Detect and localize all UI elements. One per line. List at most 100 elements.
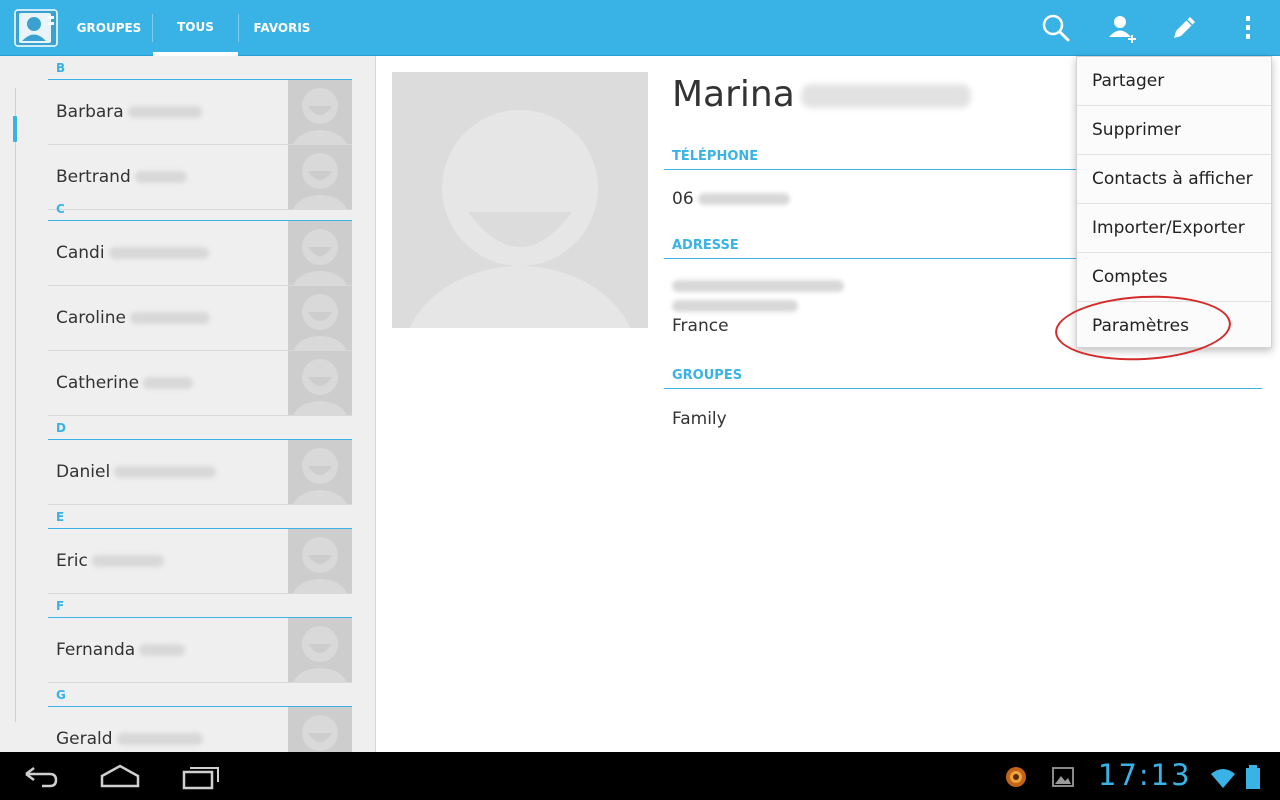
redacted-last-name xyxy=(129,312,210,324)
section-letter: C xyxy=(56,202,65,216)
clock[interactable]: 17:13 xyxy=(1098,758,1192,792)
edit-icon[interactable] xyxy=(1166,10,1202,46)
tab-label: TOUS xyxy=(177,20,214,34)
contact-name: Daniel xyxy=(56,440,217,504)
tab-groupes[interactable]: GROUPES xyxy=(66,0,152,56)
contact-name: Fernanda xyxy=(56,618,186,682)
menu-item-label: Partager xyxy=(1092,71,1165,91)
section-title: GROUPES xyxy=(672,368,743,383)
gallery-icon[interactable] xyxy=(1050,764,1076,790)
menu-item-label: Comptes xyxy=(1092,267,1168,287)
contact-avatar-icon xyxy=(288,529,352,593)
redacted-last-name xyxy=(116,733,203,745)
contact-name: Caroline xyxy=(56,286,210,350)
contact-full-name: Marina xyxy=(672,74,971,115)
contact-first-name: Daniel xyxy=(56,462,111,482)
back-icon[interactable] xyxy=(16,760,64,792)
section-header-b: B xyxy=(48,56,352,80)
menu-item-label: Supprimer xyxy=(1092,120,1181,140)
contact-avatar-icon xyxy=(288,221,352,285)
home-icon[interactable] xyxy=(96,760,144,792)
menu-item-contacts-a-afficher[interactable]: Contacts à afficher xyxy=(1077,155,1271,204)
contact-row[interactable]: Gerald xyxy=(48,707,352,752)
address-country: France xyxy=(672,316,729,336)
search-icon[interactable] xyxy=(1038,10,1074,46)
redacted-phone xyxy=(697,193,790,205)
battery-icon xyxy=(1246,765,1260,789)
contact-avatar-icon xyxy=(288,707,352,752)
contact-row[interactable]: Daniel xyxy=(48,440,352,505)
redacted-last-name xyxy=(139,644,186,656)
overflow-menu-icon[interactable] xyxy=(1230,10,1266,46)
fast-scroll-track[interactable] xyxy=(15,88,16,722)
contact-first-name: Gerald xyxy=(56,729,113,749)
wifi-icon xyxy=(1211,769,1235,788)
redacted-last-name xyxy=(143,377,194,389)
contact-first-name: Bertrand xyxy=(56,167,131,187)
contact-name: Gerald xyxy=(56,707,203,752)
redacted-last-name xyxy=(108,247,209,259)
phone-number[interactable]: 06 xyxy=(672,189,790,209)
contact-first-name: Eric xyxy=(56,551,88,571)
redacted-last-name xyxy=(800,84,971,108)
contact-avatar-icon xyxy=(288,440,352,504)
section-header-g: G xyxy=(48,683,352,707)
menu-item-partager[interactable]: Partager xyxy=(1077,57,1271,106)
contact-row[interactable]: Fernanda xyxy=(48,618,352,683)
contact-row[interactable]: Caroline xyxy=(48,286,352,351)
redacted-last-name xyxy=(134,171,187,183)
contact-avatar-icon xyxy=(288,351,352,415)
contact-row[interactable]: Catherine xyxy=(48,351,352,416)
contact-name: Candi xyxy=(56,221,209,285)
contacts-app-icon[interactable] xyxy=(14,8,60,48)
contact-first-name: Caroline xyxy=(56,308,126,328)
menu-item-importer-exporter[interactable]: Importer/Exporter xyxy=(1077,204,1271,253)
contact-row[interactable]: Eric xyxy=(48,529,352,594)
redacted-last-name xyxy=(114,466,217,478)
section-letter: G xyxy=(56,688,66,702)
contact-list[interactable]: B Barbara Bertrand C Candi Caroline Cath… xyxy=(0,56,376,752)
contact-first-name: Barbara xyxy=(56,102,124,122)
section-header-d: D xyxy=(48,416,352,440)
address-value[interactable]: France xyxy=(672,280,844,336)
contact-avatar-icon xyxy=(288,618,352,682)
redacted-last-name xyxy=(91,555,164,567)
app-notification-icon[interactable] xyxy=(1003,764,1029,790)
fast-scroll-thumb[interactable] xyxy=(13,116,17,142)
section-title: TÉLÉPHONE xyxy=(672,149,759,164)
section-header-c: C xyxy=(48,197,352,221)
contact-first-name: Catherine xyxy=(56,373,140,393)
groups-section-header: GROUPES xyxy=(664,365,1262,389)
contact-first-name: Fernanda xyxy=(56,640,136,660)
section-title: ADRESSE xyxy=(672,238,739,253)
recent-apps-icon[interactable] xyxy=(176,760,224,792)
phone-prefix: 06 xyxy=(672,189,694,209)
contact-first-name: Marina xyxy=(672,74,795,115)
contact-name: Barbara xyxy=(56,80,202,144)
add-contact-icon[interactable] xyxy=(1104,10,1140,46)
contact-row[interactable]: Barbara xyxy=(48,80,352,145)
section-letter: E xyxy=(56,510,65,524)
section-letter: B xyxy=(56,61,66,75)
redacted-address-line xyxy=(672,280,844,292)
system-navigation-bar: 17:13 xyxy=(0,752,1280,800)
contact-avatar-icon xyxy=(288,80,352,144)
contact-photo-placeholder-icon[interactable] xyxy=(392,72,648,328)
action-bar: GROUPES TOUS FAVORIS xyxy=(0,0,1280,56)
contact-row[interactable]: Candi xyxy=(48,221,352,286)
tab-label: GROUPES xyxy=(76,21,142,35)
section-letter: D xyxy=(56,421,66,435)
section-header-f: F xyxy=(48,594,352,618)
tab-tous[interactable]: TOUS xyxy=(153,0,238,56)
tab-favoris[interactable]: FAVORIS xyxy=(239,0,325,56)
group-value: Family xyxy=(672,409,727,429)
menu-item-comptes[interactable]: Comptes xyxy=(1077,253,1271,302)
menu-item-supprimer[interactable]: Supprimer xyxy=(1077,106,1271,155)
section-header-e: E xyxy=(48,505,352,529)
redacted-last-name xyxy=(127,106,202,118)
contact-name: Eric xyxy=(56,529,164,593)
menu-item-label: Contacts à afficher xyxy=(1092,169,1253,189)
contact-name: Catherine xyxy=(56,351,194,415)
contact-first-name: Candi xyxy=(56,243,105,263)
redacted-address-line xyxy=(672,300,798,312)
